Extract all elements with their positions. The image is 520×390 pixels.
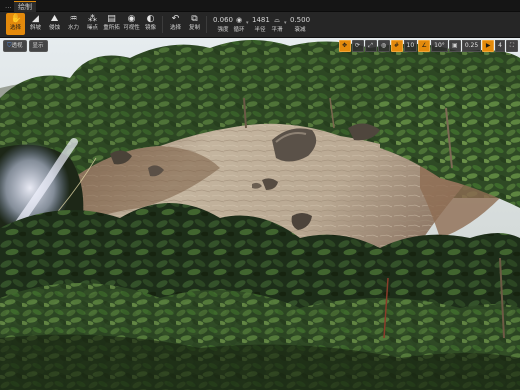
- lit-button[interactable]: 显示: [28, 40, 48, 52]
- smooth-icon: ⌓: [274, 16, 280, 24]
- perspective-button[interactable]: ⛉透视: [3, 40, 27, 52]
- viewport-options-bar: ⛉透视 显示: [3, 40, 50, 52]
- mirror-icon: ◐: [146, 14, 155, 24]
- maximize-icon[interactable]: ⛶: [506, 40, 518, 52]
- select-icon: ✋: [10, 14, 22, 24]
- camera-speed-icon[interactable]: ▶: [482, 40, 495, 52]
- visibility-icon: ◉: [127, 14, 136, 24]
- cycle-icon: ◉: [235, 16, 243, 24]
- strength-value: 0.060: [212, 16, 234, 24]
- tab-paint[interactable]: 绘制: [14, 1, 36, 12]
- hydro-icon: ♒: [69, 14, 78, 24]
- chevron-down-icon[interactable]: ▾: [284, 20, 287, 26]
- level-viewport[interactable]: ⛉透视 显示 ✥ ⟳ ⤢ ◍ #10 ∠ 10° ▣ 0.25 ▶ 4 ⛶: [0, 38, 520, 390]
- world-icon[interactable]: ◍: [377, 40, 390, 52]
- radius-setting[interactable]: 1481 半径: [252, 13, 270, 35]
- falloff-value: 0.500: [290, 16, 311, 24]
- perspective-label: 透视: [11, 43, 23, 49]
- smooth-label: 平滑: [271, 27, 283, 33]
- camera-speed-value[interactable]: 4: [495, 40, 505, 52]
- angle-value[interactable]: 10°: [431, 40, 448, 52]
- noise-icon: ⁂: [88, 14, 97, 24]
- scale-value[interactable]: 0.25: [461, 40, 482, 52]
- tool-copy[interactable]: ⧉ 复制: [185, 13, 204, 35]
- copy-icon: ⧉: [191, 14, 198, 24]
- viewport-transform-bar: ✥ ⟳ ⤢ ◍ #10 ∠ 10° ▣ 0.25 ▶ 4 ⛶: [338, 40, 518, 52]
- strength-setting[interactable]: 0.060 强度: [212, 13, 234, 35]
- chevron-down-icon[interactable]: ▾: [246, 20, 249, 26]
- retopo-icon: ▤: [107, 14, 116, 24]
- cycle-setting[interactable]: ◉ 循环: [232, 13, 246, 35]
- translate-icon[interactable]: ✥: [338, 40, 351, 52]
- strength-label: 强度: [217, 27, 229, 33]
- scale-icon[interactable]: ⤢: [364, 40, 377, 52]
- scale-snap-icon[interactable]: ▣: [448, 40, 461, 52]
- toolbar-divider: [206, 16, 207, 33]
- rotate-icon[interactable]: ⟳: [351, 40, 364, 52]
- tab-strip: ... 绘制: [0, 0, 520, 12]
- landscape-scene: [0, 38, 520, 390]
- ramp-icon: ◢: [32, 14, 39, 24]
- smooth-setting[interactable]: ⌓ 平滑: [270, 13, 284, 35]
- landscape-toolbar: ✋ 选择 ◢ 斜坡 ⛰ 侵蚀 ♒ 水力 ⁂ 噪点 ▤ 重所拓 ◉ 可视性 ◐ 镜…: [0, 12, 520, 38]
- falloff-setting[interactable]: 0.500 衰减: [290, 13, 310, 35]
- grid-size-value[interactable]: 10: [403, 40, 418, 52]
- tool-label: 复制: [188, 25, 200, 31]
- radius-value: 1481: [252, 16, 270, 24]
- tool-label: 镜像: [144, 25, 156, 31]
- radius-label: 半径: [254, 27, 266, 33]
- cycle-label: 循环: [233, 27, 245, 33]
- angle-icon[interactable]: ∠: [418, 40, 431, 52]
- grid-icon[interactable]: #: [390, 40, 403, 52]
- falloff-label: 衰减: [294, 27, 306, 33]
- lit-label: 显示: [32, 43, 44, 49]
- erosion-icon: ⛰: [50, 14, 59, 24]
- region-select-icon: ↶: [171, 14, 180, 24]
- tool-mirror[interactable]: ◐ 镜像: [141, 13, 160, 35]
